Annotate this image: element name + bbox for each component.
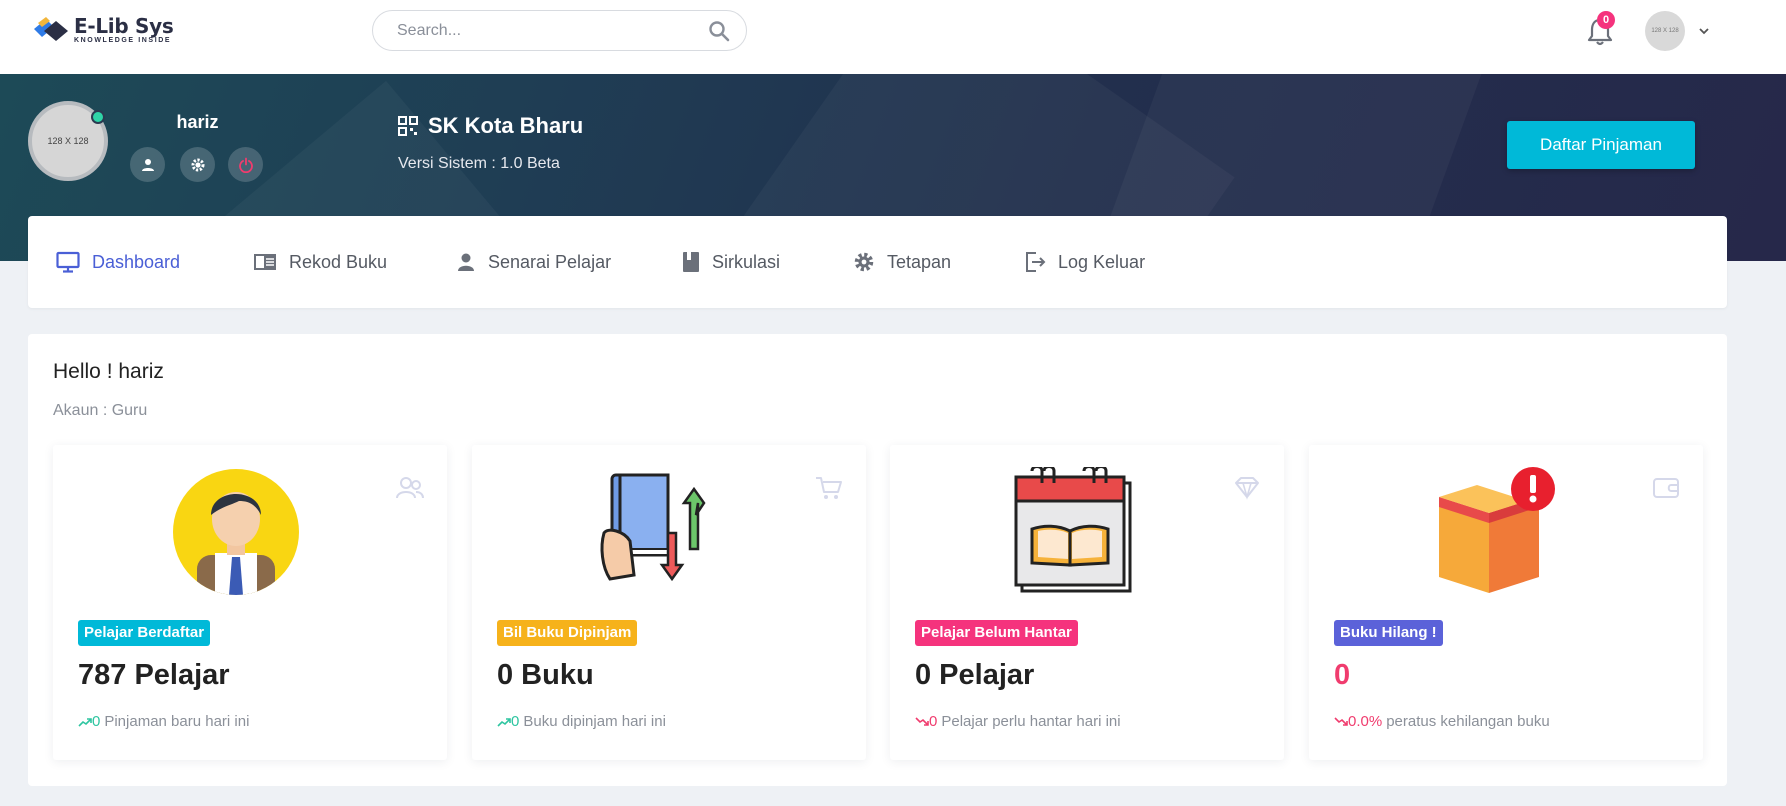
user-avatar[interactable]: 128 X 128 [1645, 11, 1685, 51]
brand-tagline: KNOWLEDGE INSIDE [74, 37, 172, 44]
stat-card-buku-dipinjam: Bil Buku Dipinjam 0 Buku 0 Buku dipinjam… [472, 445, 866, 760]
menu-item-tetapan[interactable]: Tetapan [853, 216, 951, 308]
trend-text: peratus kehilangan buku [1386, 713, 1550, 730]
online-status-dot [91, 110, 105, 124]
trend-value: 0.0% [1348, 713, 1383, 730]
menu-label-sirkulasi: Sirkulasi [712, 251, 781, 272]
cart-icon [816, 477, 842, 499]
stat-badge: Pelajar Belum Hantar [915, 620, 1078, 646]
stat-footer: 0 Buku dipinjam hari ini [497, 713, 666, 730]
menu-label-rekod-buku: Rekod Buku [289, 251, 388, 272]
search-input[interactable] [397, 11, 697, 50]
stat-badge: Bil Buku Dipinjam [497, 620, 638, 646]
user-icon [458, 253, 474, 271]
stat-card-pelajar-berdaftar: Pelajar Berdaftar 787 Pelajar 0 Pinjaman… [53, 445, 447, 760]
brand-logo[interactable]: E-Lib Sys KNOWLEDGE INSIDE [32, 15, 174, 45]
stat-footer: 0 Pelajar perlu hantar hari ini [915, 713, 1121, 730]
stat-value: 0 Buku [497, 659, 594, 691]
users-icon [396, 477, 424, 499]
menu-item-log-keluar[interactable]: Log Keluar [1024, 216, 1145, 308]
stat-footer: 0.0% peratus kehilangan buku [1334, 713, 1550, 730]
main-menu: Dashboard Rekod Buku Senarai Pelajar Sir… [28, 216, 1727, 308]
qr-grid-icon [398, 116, 418, 136]
trend-value: 0 [929, 713, 938, 730]
student-icon [173, 469, 299, 595]
book-icon [683, 252, 699, 272]
menu-item-dashboard[interactable]: Dashboard [56, 216, 180, 308]
profile-name: hariz [176, 112, 219, 132]
chevron-down-icon[interactable] [1697, 24, 1711, 38]
diamond-icon [1235, 477, 1259, 500]
power-button[interactable] [228, 147, 263, 182]
menu-item-senarai-pelajar[interactable]: Senarai Pelajar [456, 216, 611, 308]
menu-label-senarai-pelajar: Senarai Pelajar [488, 251, 612, 272]
notification-badge: 0 [1597, 11, 1615, 29]
search-icon[interactable] [708, 20, 730, 42]
settings-button[interactable] [180, 147, 215, 182]
lost-book-icon [1439, 467, 1555, 593]
menu-label-tetapan: Tetapan [887, 251, 952, 272]
school-name: SK Kota Bharu [428, 113, 584, 138]
system-version: Versi Sistem : 1.0 Beta [398, 155, 560, 172]
stat-value: 787 Pelajar [78, 659, 230, 691]
logo-mark-icon [34, 17, 68, 41]
stat-card-buku-hilang: Buku Hilang ! 0 0.0% peratus kehilangan … [1309, 445, 1703, 760]
trend-up-icon [78, 717, 92, 727]
monitor-icon [56, 251, 80, 273]
stat-footer: 0 Pinjaman baru hari ini [78, 713, 249, 730]
stat-card-belum-hantar: Pelajar Belum Hantar 0 Pelajar 0 Pelajar… [890, 445, 1284, 760]
search-box [372, 10, 747, 51]
trend-text: Buku dipinjam hari ini [523, 713, 666, 730]
calendar-book-icon [1014, 467, 1132, 593]
logout-icon [1026, 252, 1046, 272]
menu-label-dashboard: Dashboard [92, 251, 181, 272]
brand-name: E-Lib Sys [74, 14, 174, 38]
trend-value: 0 [92, 713, 101, 730]
trend-text: Pelajar perlu hantar hari ini [941, 713, 1121, 730]
menu-item-sirkulasi[interactable]: Sirkulasi [682, 216, 780, 308]
profile-button[interactable] [130, 147, 165, 182]
dashboard-panel: Hello ! hariz Akaun : Guru Pelajar Berda… [28, 334, 1727, 786]
stat-value: 0 [1334, 659, 1351, 691]
trend-up-icon [497, 717, 511, 727]
trend-down-icon [1334, 716, 1348, 726]
id-card-icon [254, 254, 276, 270]
school-title: SK Kota Bharu [398, 113, 583, 139]
top-navbar: E-Lib Sys KNOWLEDGE INSIDE 0 128 X 128 [0, 0, 1786, 74]
stat-badge: Buku Hilang ! [1334, 620, 1443, 646]
trend-value: 0 [511, 713, 520, 730]
stat-value: 0 Pelajar [915, 659, 1035, 691]
power-icon [238, 157, 253, 173]
gear-icon [854, 252, 874, 272]
trend-text: Pinjaman baru hari ini [104, 713, 250, 730]
stat-badge: Pelajar Berdaftar [78, 620, 211, 646]
wallet-icon [1653, 478, 1679, 498]
book-exchange-icon [600, 473, 706, 582]
daftar-pinjaman-button[interactable]: Daftar Pinjaman [1507, 121, 1695, 169]
greeting-title: Hello ! hariz [53, 360, 164, 383]
trend-down-icon [915, 716, 929, 726]
menu-label-log-keluar: Log Keluar [1058, 251, 1146, 272]
account-type: Akaun : Guru [53, 402, 148, 419]
user-icon [141, 158, 154, 171]
menu-item-rekod-buku[interactable]: Rekod Buku [253, 216, 387, 308]
gear-icon [191, 158, 204, 171]
